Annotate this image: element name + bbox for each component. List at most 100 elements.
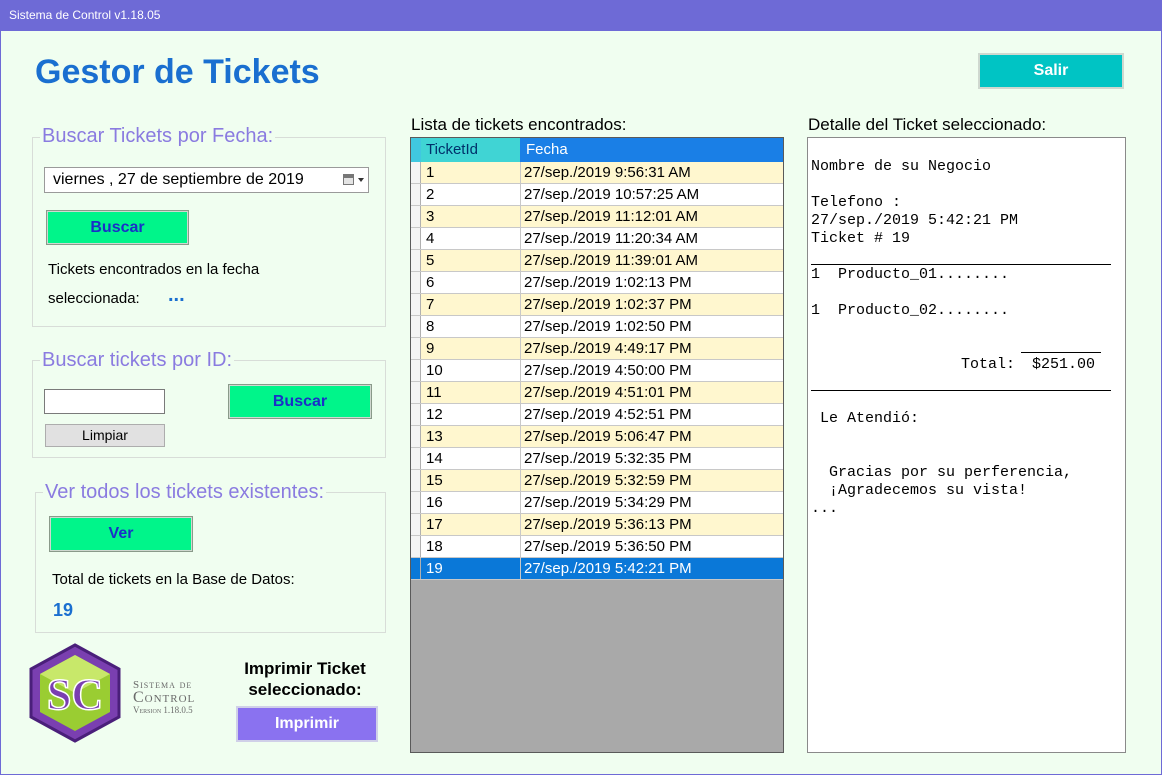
cell-ticketid[interactable]: 10	[421, 360, 521, 381]
receipt-phone: Telefono :	[811, 194, 902, 211]
row-selector[interactable]	[411, 382, 421, 403]
table-row[interactable]: 16 27/sep./2019 5:34:29 PM	[411, 492, 783, 514]
cell-fecha[interactable]: 27/sep./2019 11:20:34 AM	[521, 228, 783, 249]
cell-fecha[interactable]: 27/sep./2019 10:57:25 AM	[521, 184, 783, 205]
row-selector[interactable]	[411, 294, 421, 315]
table-row[interactable]: 9 27/sep./2019 4:49:17 PM	[411, 338, 783, 360]
row-selector[interactable]	[411, 470, 421, 491]
row-selector[interactable]	[411, 162, 421, 183]
total-tickets-label: Total de tickets en la Base de Datos:	[52, 571, 295, 588]
table-row[interactable]: 3 27/sep./2019 11:12:01 AM	[411, 206, 783, 228]
row-selector[interactable]	[411, 536, 421, 557]
table-row[interactable]: 13 27/sep./2019 5:06:47 PM	[411, 426, 783, 448]
cell-fecha[interactable]: 27/sep./2019 4:50:00 PM	[521, 360, 783, 381]
cell-fecha[interactable]: 27/sep./2019 5:06:47 PM	[521, 426, 783, 447]
ticket-grid[interactable]: TicketId Fecha 1 27/sep./2019 9:56:31 AM 2…	[410, 137, 784, 753]
cell-ticketid[interactable]: 13	[421, 426, 521, 447]
table-row[interactable]: 15 27/sep./2019 5:32:59 PM	[411, 470, 783, 492]
table-row[interactable]: 18 27/sep./2019 5:36:50 PM	[411, 536, 783, 558]
row-selector[interactable]	[411, 272, 421, 293]
row-selector[interactable]	[411, 184, 421, 205]
receipt-ellipsis: ...	[811, 500, 839, 517]
table-row[interactable]: 14 27/sep./2019 5:32:35 PM	[411, 448, 783, 470]
row-selector[interactable]	[411, 206, 421, 227]
grid-body: 1 27/sep./2019 9:56:31 AM 2 27/sep./2019 10…	[411, 162, 783, 580]
cell-ticketid[interactable]: 12	[421, 404, 521, 425]
table-row[interactable]: 19 27/sep./2019 5:42:21 PM	[411, 558, 783, 580]
cell-ticketid[interactable]: 14	[421, 448, 521, 469]
cell-fecha[interactable]: 27/sep./2019 9:56:31 AM	[521, 162, 783, 183]
found-tickets-value: ...	[168, 284, 185, 306]
table-row[interactable]: 10 27/sep./2019 4:50:00 PM	[411, 360, 783, 382]
table-row[interactable]: 17 27/sep./2019 5:36:13 PM	[411, 514, 783, 536]
table-row[interactable]: 4 27/sep./2019 11:20:34 AM	[411, 228, 783, 250]
app-logo: SC	[25, 643, 125, 743]
ticket-id-input[interactable]	[44, 389, 165, 414]
table-row[interactable]: 1 27/sep./2019 9:56:31 AM	[411, 162, 783, 184]
found-tickets-label: Tickets encontrados en la fecha	[48, 261, 260, 278]
cell-fecha[interactable]: 27/sep./2019 5:34:29 PM	[521, 492, 783, 513]
date-picker[interactable]: viernes , 27 de septiembre de 2019	[44, 167, 369, 193]
cell-ticketid[interactable]: 11	[421, 382, 521, 403]
cell-ticketid[interactable]: 15	[421, 470, 521, 491]
row-selector[interactable]	[411, 492, 421, 513]
table-row[interactable]: 12 27/sep./2019 4:52:51 PM	[411, 404, 783, 426]
cell-ticketid[interactable]: 3	[421, 206, 521, 227]
row-selector[interactable]	[411, 316, 421, 337]
cell-fecha[interactable]: 27/sep./2019 1:02:13 PM	[521, 272, 783, 293]
exit-button[interactable]: Salir	[978, 53, 1124, 89]
cell-fecha[interactable]: 27/sep./2019 5:32:35 PM	[521, 448, 783, 469]
search-by-id-title: Buscar tickets por ID:	[40, 349, 235, 372]
table-row[interactable]: 8 27/sep./2019 1:02:50 PM	[411, 316, 783, 338]
cell-fecha[interactable]: 27/sep./2019 5:42:21 PM	[521, 558, 783, 579]
row-selector[interactable]	[411, 228, 421, 249]
cell-ticketid[interactable]: 16	[421, 492, 521, 513]
cell-ticketid[interactable]: 6	[421, 272, 521, 293]
column-header-ticketid[interactable]: TicketId	[421, 138, 521, 162]
cell-ticketid[interactable]: 5	[421, 250, 521, 271]
cell-fecha[interactable]: 27/sep./2019 11:39:01 AM	[521, 250, 783, 271]
row-selector[interactable]	[411, 448, 421, 469]
receipt-ticket-number: Ticket # 19	[811, 230, 911, 247]
ticket-list-label: Lista de tickets encontrados:	[411, 115, 627, 134]
cell-fecha[interactable]: 27/sep./2019 1:02:37 PM	[521, 294, 783, 315]
search-id-button[interactable]: Buscar	[228, 384, 372, 419]
table-row[interactable]: 2 27/sep./2019 10:57:25 AM	[411, 184, 783, 206]
window-titlebar: Sistema de Control v1.18.05	[0, 0, 1162, 31]
row-selector[interactable]	[411, 426, 421, 447]
found-tickets-label-2: seleccionada:	[48, 290, 140, 307]
cell-fecha[interactable]: 27/sep./2019 5:36:50 PM	[521, 536, 783, 557]
search-date-button[interactable]: Buscar	[46, 210, 189, 245]
cell-ticketid[interactable]: 4	[421, 228, 521, 249]
row-selector[interactable]	[411, 360, 421, 381]
cell-ticketid[interactable]: 19	[421, 558, 521, 579]
table-row[interactable]: 7 27/sep./2019 1:02:37 PM	[411, 294, 783, 316]
row-selector[interactable]	[411, 338, 421, 359]
cell-fecha[interactable]: 27/sep./2019 5:32:59 PM	[521, 470, 783, 491]
cell-ticketid[interactable]: 17	[421, 514, 521, 535]
table-row[interactable]: 11 27/sep./2019 4:51:01 PM	[411, 382, 783, 404]
clear-button[interactable]: Limpiar	[45, 424, 165, 447]
cell-ticketid[interactable]: 1	[421, 162, 521, 183]
cell-fecha[interactable]: 27/sep./2019 11:12:01 AM	[521, 206, 783, 227]
cell-ticketid[interactable]: 8	[421, 316, 521, 337]
table-row[interactable]: 6 27/sep./2019 1:02:13 PM	[411, 272, 783, 294]
cell-ticketid[interactable]: 9	[421, 338, 521, 359]
cell-fecha[interactable]: 27/sep./2019 4:52:51 PM	[521, 404, 783, 425]
cell-fecha[interactable]: 27/sep./2019 1:02:50 PM	[521, 316, 783, 337]
cell-fecha[interactable]: 27/sep./2019 5:36:13 PM	[521, 514, 783, 535]
receipt-thanks-2: ¡Agradecemos su vista!	[811, 482, 1028, 499]
row-selector[interactable]	[411, 514, 421, 535]
row-selector[interactable]	[411, 250, 421, 271]
cell-ticketid[interactable]: 2	[421, 184, 521, 205]
cell-ticketid[interactable]: 7	[421, 294, 521, 315]
column-header-fecha[interactable]: Fecha	[521, 138, 783, 162]
view-all-button[interactable]: Ver	[49, 516, 193, 552]
cell-ticketid[interactable]: 18	[421, 536, 521, 557]
row-selector[interactable]	[411, 558, 421, 579]
cell-fecha[interactable]: 27/sep./2019 4:49:17 PM	[521, 338, 783, 359]
print-button[interactable]: Imprimir	[236, 706, 378, 742]
cell-fecha[interactable]: 27/sep./2019 4:51:01 PM	[521, 382, 783, 403]
row-selector[interactable]	[411, 404, 421, 425]
table-row[interactable]: 5 27/sep./2019 11:39:01 AM	[411, 250, 783, 272]
